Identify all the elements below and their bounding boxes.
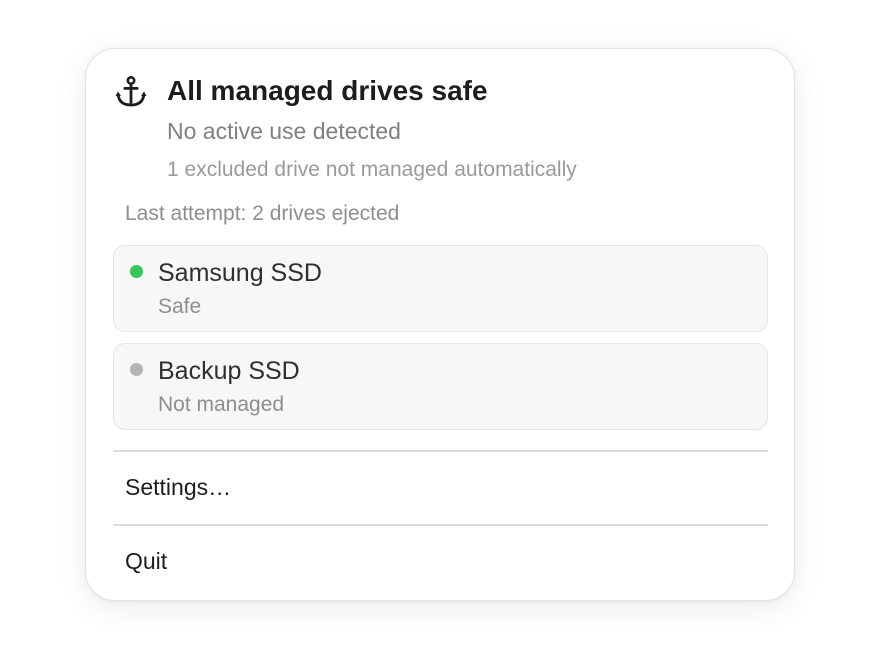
settings-menu-item[interactable]: Settings… — [125, 474, 231, 501]
drive-status-dot — [130, 265, 143, 278]
excluded-drive-note: 1 excluded drive not managed automatical… — [167, 158, 577, 181]
popover-subtitle: No active use detected — [167, 118, 401, 144]
last-attempt-status: Last attempt: 2 drives ejected — [125, 202, 400, 225]
drive-card-samsung-ssd[interactable]: Samsung SSD Safe — [113, 245, 768, 332]
menu-divider — [113, 524, 768, 526]
popover-title: All managed drives safe — [167, 75, 488, 106]
drive-card-backup-ssd[interactable]: Backup SSD Not managed — [113, 343, 768, 430]
quit-menu-item[interactable]: Quit — [125, 548, 167, 575]
drive-name: Samsung SSD — [158, 259, 322, 287]
status-popover: All managed drives safe No active use de… — [85, 48, 795, 601]
drive-status-label: Safe — [158, 295, 202, 318]
drive-status-label: Not managed — [158, 393, 285, 416]
drive-name: Backup SSD — [158, 357, 300, 385]
drive-status-dot — [130, 363, 143, 376]
anchor-icon — [115, 75, 147, 107]
menu-divider — [113, 450, 768, 452]
